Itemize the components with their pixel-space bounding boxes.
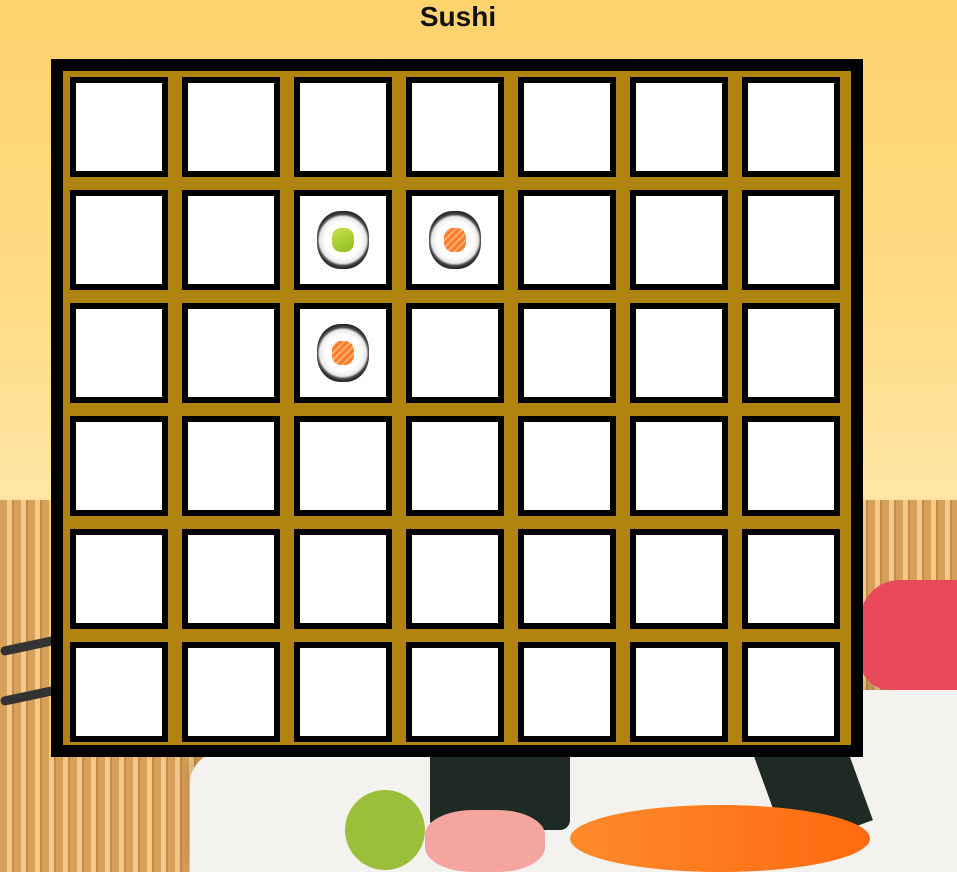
salmon-roll-icon[interactable] [317, 324, 369, 382]
sushi-filling [332, 228, 354, 252]
salmon-nigiri-decoration [570, 805, 870, 872]
board-cell[interactable] [70, 190, 168, 290]
board-cell[interactable] [630, 642, 728, 742]
avocado-roll-icon[interactable] [317, 211, 369, 269]
board-cell[interactable] [742, 529, 840, 629]
board-cell[interactable] [518, 190, 616, 290]
board-cell[interactable] [630, 416, 728, 516]
board-cell[interactable] [294, 642, 392, 742]
sushi-filling [332, 341, 354, 365]
board-cell[interactable] [70, 416, 168, 516]
board-cell[interactable] [70, 77, 168, 177]
board-cell[interactable] [630, 77, 728, 177]
game-title: Sushi [419, 1, 497, 32]
board-cell[interactable] [182, 77, 280, 177]
board-cell[interactable] [406, 190, 504, 290]
board-cell[interactable] [406, 416, 504, 516]
sushi-filling [444, 228, 466, 252]
board-cell[interactable] [182, 190, 280, 290]
salmon-roll-icon[interactable] [429, 211, 481, 269]
board-cell[interactable] [406, 529, 504, 629]
board-cell[interactable] [294, 529, 392, 629]
tuna-nigiri-decoration [860, 580, 957, 690]
board-cell[interactable] [182, 303, 280, 403]
board-grid [70, 77, 840, 742]
board-cell[interactable] [70, 303, 168, 403]
board-cell[interactable] [742, 416, 840, 516]
board-cell[interactable] [182, 529, 280, 629]
board-cell[interactable] [406, 303, 504, 403]
board-cell[interactable] [742, 190, 840, 290]
board-cell[interactable] [630, 190, 728, 290]
board-cell[interactable] [518, 77, 616, 177]
board-cell[interactable] [294, 416, 392, 516]
board-cell[interactable] [294, 190, 392, 290]
board-cell[interactable] [406, 77, 504, 177]
board-cell[interactable] [182, 416, 280, 516]
board-cell[interactable] [742, 77, 840, 177]
board-cell[interactable] [70, 642, 168, 742]
board-cell[interactable] [630, 529, 728, 629]
board-cell[interactable] [518, 642, 616, 742]
wasabi-decoration [345, 790, 425, 870]
game-board [51, 59, 863, 757]
board-cell[interactable] [406, 642, 504, 742]
board-cell[interactable] [742, 642, 840, 742]
board-cell[interactable] [294, 303, 392, 403]
board-cell[interactable] [630, 303, 728, 403]
board-cell[interactable] [182, 642, 280, 742]
board-cell[interactable] [518, 416, 616, 516]
board-cell[interactable] [294, 77, 392, 177]
board-cell[interactable] [742, 303, 840, 403]
board-cell[interactable] [518, 303, 616, 403]
ginger-decoration [425, 810, 545, 872]
board-cell[interactable] [70, 529, 168, 629]
board-cell[interactable] [518, 529, 616, 629]
